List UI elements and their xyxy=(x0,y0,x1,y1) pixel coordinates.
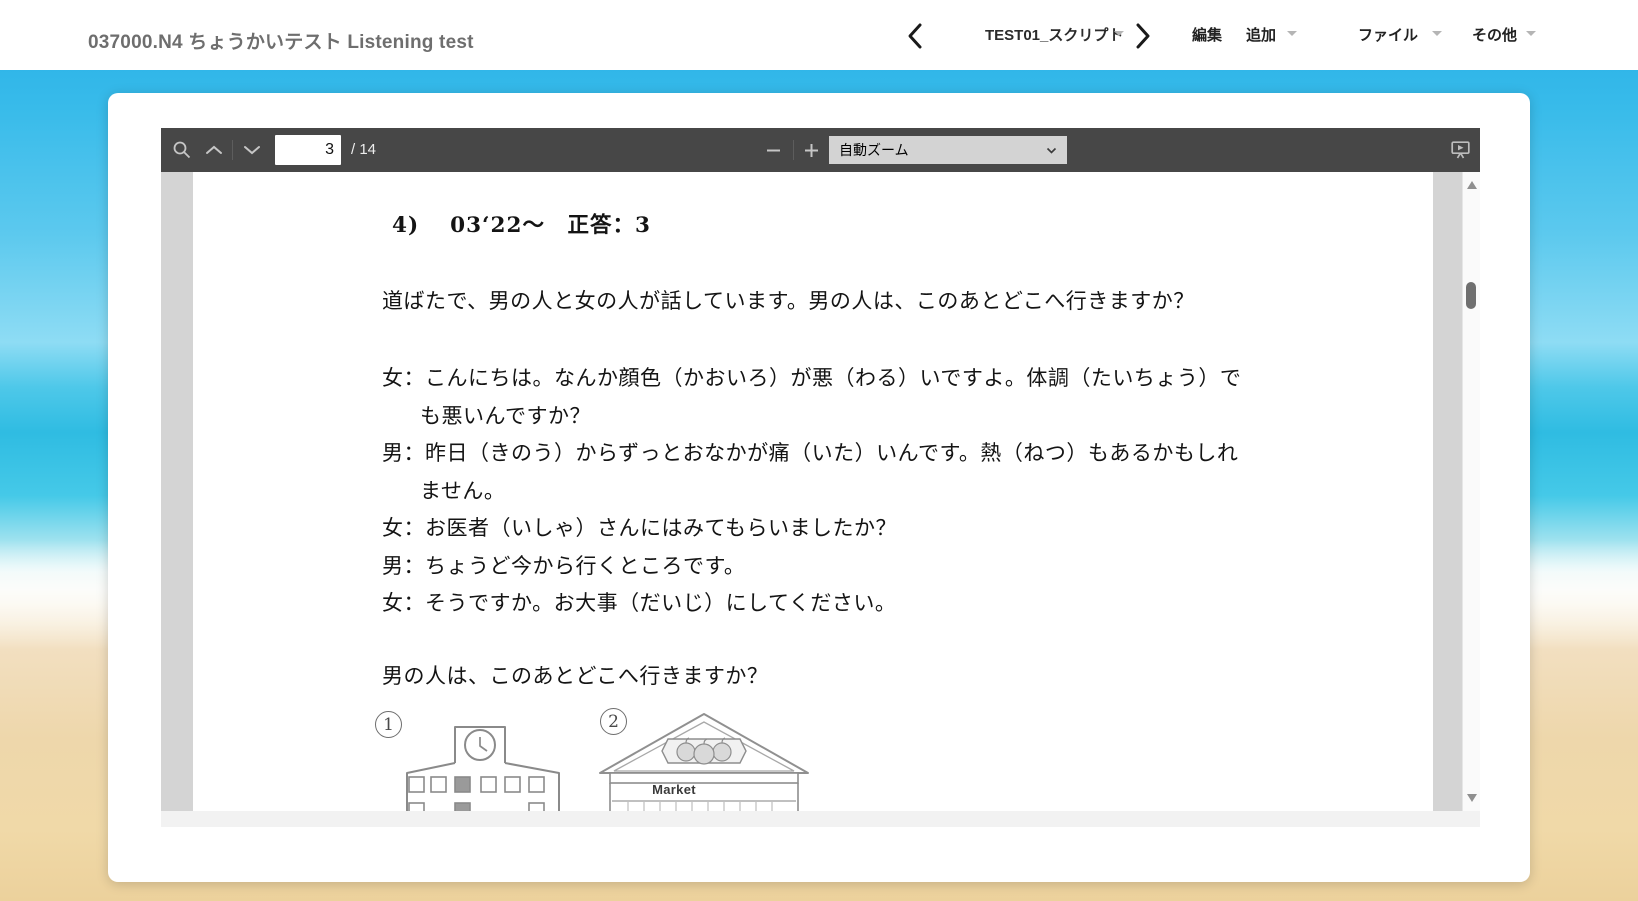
dialogue-line: 男：昨日（きのう）からずっとおなかが痛（いた）いんです。熱（ねつ）もあるかもしれ xyxy=(382,438,1241,476)
presentation-mode-icon[interactable] xyxy=(1451,141,1470,159)
horizontal-scrollbar[interactable] xyxy=(161,811,1480,827)
dialogue-line: 女：お医者（いしゃ）さんにはみてもらいましたか？ xyxy=(382,513,1241,551)
next-doc-icon[interactable] xyxy=(1134,22,1152,50)
content-card: / 14 自動ズーム xyxy=(108,93,1530,882)
app-header: 037000.N4 ちょうかいテスト Listening test TEST01… xyxy=(0,0,1638,70)
dialogue-line: 女：そうですか。お大事（だいじ）にしてください。 xyxy=(382,588,1241,626)
question-heading: 4) 03‘22～ 正答：3 xyxy=(392,208,651,239)
dialogue-line: 女：こんにちは。なんか顔色（かおいろ）が悪（わる）いですよ。体調（たいちょう）で xyxy=(382,363,1241,401)
page-title: 037000.N4 ちょうかいテスト Listening test xyxy=(88,27,474,54)
prev-doc-icon[interactable] xyxy=(906,22,924,50)
menu-file[interactable]: ファイル xyxy=(1358,24,1418,45)
pdf-content-area[interactable]: 4) 03‘22～ 正答：3 道ばたで、男の人と女の人が話しています。男の人は、… xyxy=(161,172,1480,811)
repeat-question-line: 男の人は、このあとどこへ行きますか？ xyxy=(382,660,768,690)
dialogue-line: も悪いんですか？ xyxy=(382,401,1241,439)
pdf-page: 4) 03‘22～ 正答：3 道ばたで、男の人と女の人が話しています。男の人は、… xyxy=(193,172,1433,811)
zoom-mode-select[interactable]: 自動ズーム xyxy=(829,136,1067,164)
dialogue-block: 女：こんにちは。なんか顔色（かおいろ）が悪（わる）いですよ。体調（たいちょう）で… xyxy=(382,363,1241,626)
menu-add[interactable]: 追加 xyxy=(1246,24,1276,45)
doc-selector-caret-icon[interactable] xyxy=(1114,31,1124,36)
menu-add-caret-icon[interactable] xyxy=(1287,31,1297,36)
market-sign-label: Market xyxy=(638,782,710,797)
dialogue-line: 男：ちょうど今から行くところです。 xyxy=(382,551,1241,589)
narration-line: 道ばたで、男の人と女の人が話しています。男の人は、このあとどこへ行きますか？ xyxy=(382,285,1195,315)
zoom-out-icon[interactable] xyxy=(766,149,781,152)
page-up-icon[interactable] xyxy=(205,145,223,155)
market-illustration: Market xyxy=(598,713,810,811)
vertical-scrollbar[interactable] xyxy=(1462,172,1480,811)
page-count-label: / 14 xyxy=(351,141,376,158)
zoom-mode-label: 自動ズーム xyxy=(839,142,909,158)
zoom-in-icon[interactable] xyxy=(804,143,819,158)
chevron-down-icon xyxy=(1046,147,1057,154)
dialogue-line: ません。 xyxy=(382,476,1241,514)
menu-edit[interactable]: 編集 xyxy=(1192,24,1222,45)
menu-file-caret-icon[interactable] xyxy=(1432,31,1442,36)
doc-selector[interactable]: TEST01_スクリプト xyxy=(985,24,1123,45)
scroll-down-icon[interactable] xyxy=(1467,794,1477,802)
page-number-input[interactable] xyxy=(275,135,341,165)
menu-more-caret-icon[interactable] xyxy=(1526,31,1536,36)
scrollbar-thumb[interactable] xyxy=(1466,282,1476,309)
page-down-icon[interactable] xyxy=(243,145,261,155)
school-illustration xyxy=(403,725,563,811)
toolbar-divider xyxy=(232,140,233,160)
toolbar-divider xyxy=(793,140,794,160)
pdf-toolbar: / 14 自動ズーム xyxy=(161,128,1480,172)
pdf-viewer: / 14 自動ズーム xyxy=(161,128,1480,827)
option-1-number: 1 xyxy=(375,711,402,738)
search-icon[interactable] xyxy=(172,140,192,160)
menu-more[interactable]: その他 xyxy=(1472,24,1517,45)
scroll-up-icon[interactable] xyxy=(1467,181,1477,189)
